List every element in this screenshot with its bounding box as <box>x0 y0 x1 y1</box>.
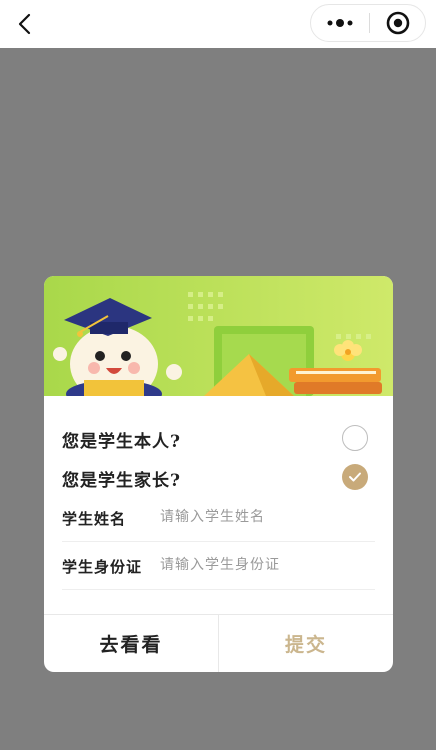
back-button[interactable] <box>8 6 44 42</box>
go-look-button[interactable]: 去看看 <box>44 615 218 672</box>
more-dots-icon <box>327 19 353 27</box>
student-name-label: 学生姓名 <box>62 510 127 528</box>
submit-button[interactable]: 提交 <box>219 615 393 672</box>
student-id-input[interactable] <box>160 552 370 578</box>
option-student-self[interactable]: 您是学生本人? <box>44 421 393 457</box>
option-parent-label: 您是学生家长? <box>62 471 181 491</box>
identity-dialog: 您是学生本人? 您是学生家长? 学生姓名 学生身份证 去看看 提交 <box>44 276 393 672</box>
option-student-self-label: 您是学生本人? <box>62 432 181 452</box>
student-id-label: 学生身份证 <box>62 558 143 576</box>
close-miniprogram-button[interactable] <box>370 5 426 41</box>
chevron-left-icon <box>18 13 31 35</box>
radio-unchecked[interactable] <box>342 425 368 451</box>
dialog-footer: 去看看 提交 <box>44 614 393 672</box>
option-parent[interactable]: 您是学生家长? <box>44 460 393 496</box>
radio-checked[interactable] <box>342 464 368 490</box>
target-close-icon <box>386 11 410 35</box>
student-name-row: 学生姓名 <box>62 494 375 542</box>
dialog-banner-illustration <box>44 276 393 396</box>
student-name-input[interactable] <box>160 504 370 530</box>
check-icon <box>349 472 361 482</box>
miniprogram-capsule <box>310 4 426 42</box>
student-id-row: 学生身份证 <box>62 542 375 590</box>
more-button[interactable] <box>311 5 369 41</box>
top-navbar <box>0 0 436 48</box>
